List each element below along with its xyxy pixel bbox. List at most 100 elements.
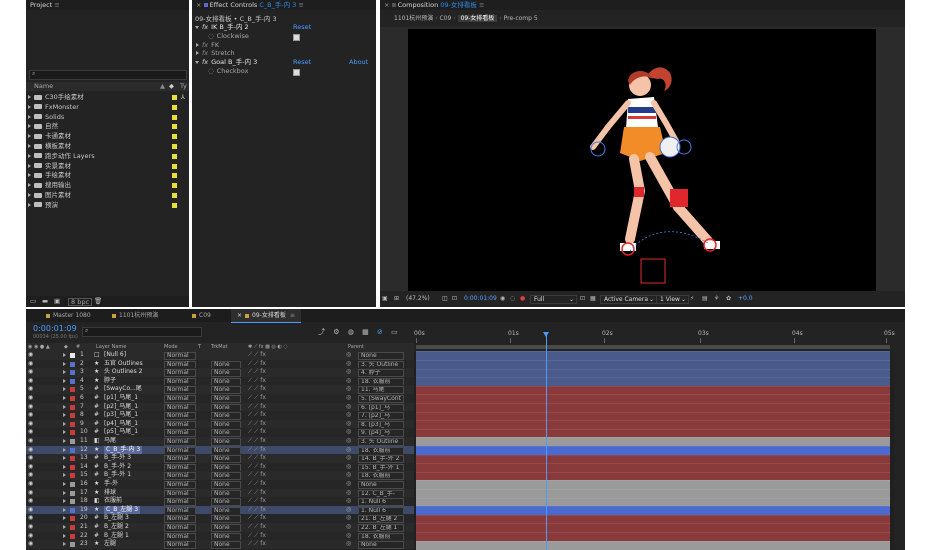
bit-depth-button[interactable]: 8 bpc: [68, 298, 93, 306]
visibility-eye-icon[interactable]: ◉: [28, 411, 33, 420]
visibility-eye-icon[interactable]: ◉: [28, 471, 33, 480]
layer-name[interactable]: 头 Outlines 2: [104, 368, 142, 377]
pickwhip-icon[interactable]: ◎: [346, 420, 351, 429]
work-area-bar[interactable]: [416, 345, 890, 349]
layer-row[interactable]: ◉ 1 □ [Null 6] Normal ⟋ ⟋ fx ◎ None: [26, 351, 414, 360]
layer-label-color[interactable]: [70, 447, 75, 453]
layer-label-color[interactable]: [70, 542, 75, 548]
layer-row[interactable]: ◉ 11 ◧ 马尾 Normal None ⟋ ⟋ fx ◎ 3. 头 Outline: [26, 437, 414, 446]
effect-row[interactable]: fx Goal B_手-内 3 Reset About: [192, 58, 376, 67]
draft-3d-icon[interactable]: ⚙: [333, 328, 339, 336]
expand-arrow-icon[interactable]: [63, 490, 66, 495]
frame-blend-icon[interactable]: ▦: [362, 328, 369, 336]
expand-arrow-icon[interactable]: [28, 153, 31, 158]
layer-row[interactable]: ◉ 12 ★ C_B_手-内 3 Normal None ⟋ ⟋ fx ◎ 18. 衣服前: [26, 445, 414, 455]
project-item[interactable]: 图片素材: [26, 191, 189, 200]
layer-name[interactable]: [Null 6]: [104, 351, 126, 360]
switch-icons[interactable]: ⟋ ⟋ fx: [248, 368, 266, 377]
project-item[interactable]: 搜用输出: [26, 181, 189, 190]
pickwhip-icon[interactable]: ◎: [346, 377, 351, 386]
expand-arrow-icon[interactable]: [63, 439, 66, 443]
stopwatch-icon[interactable]: ◌: [208, 67, 214, 75]
layer-name[interactable]: [p1]_马尾_1: [104, 394, 138, 403]
visibility-eye-icon[interactable]: ◉: [28, 523, 33, 532]
pickwhip-icon[interactable]: ◎: [346, 480, 351, 489]
graph-editor-icon[interactable]: ▭: [391, 328, 398, 336]
layer-row[interactable]: ◉ 13 # B_手-外 3 Normal None ⟋ ⟋ fx ◎ 14. B_手-外 2: [26, 454, 414, 464]
visibility-eye-icon[interactable]: ◉: [28, 480, 33, 489]
switch-icons[interactable]: ⟋ ⟋ fx: [248, 437, 266, 446]
mask-icon[interactable]: ◫: [442, 293, 448, 305]
effect-checkbox[interactable]: [293, 69, 300, 76]
expand-arrow-icon[interactable]: [63, 525, 66, 529]
switch-icons[interactable]: ⟋ ⟋ fx: [248, 471, 266, 480]
visibility-eye-icon[interactable]: ◉: [28, 532, 33, 541]
layer-name[interactable]: C_B_手-内 3: [104, 445, 143, 455]
fast-preview-icon[interactable]: ⚡: [690, 293, 694, 305]
crumb-1[interactable]: 1101杭州预演: [394, 15, 433, 22]
composition-viewer[interactable]: [380, 27, 905, 291]
expand-arrow-icon[interactable]: [63, 353, 66, 357]
switch-icons[interactable]: ⟋ ⟋ fx: [248, 377, 266, 386]
visibility-eye-icon[interactable]: ◉: [28, 514, 33, 523]
layer-row[interactable]: ◉ 14 # B_手-外 2 Normal None ⟋ ⟋ fx ◎ 15. B_手-外 1: [26, 462, 414, 472]
label-color-swatch[interactable]: [172, 124, 177, 130]
layer-row[interactable]: ◉ 17 ★ 排球 Normal None ⟋ ⟋ fx ◎ 12. C_B_手-: [26, 488, 414, 498]
visibility-eye-icon[interactable]: ◉: [28, 385, 33, 394]
label-color-swatch[interactable]: [172, 134, 177, 140]
layer-row[interactable]: ◉ 4 ★ 脖子 Normal None ⟋ ⟋ fx ◎ 18. 衣服前: [26, 376, 414, 386]
visibility-eye-icon[interactable]: ◉: [28, 497, 33, 506]
layer-row[interactable]: ◉ 20 # B_左腿 3 Normal None ⟋ ⟋ fx ◎ 21. B_左腿 2: [26, 514, 414, 524]
expand-arrow-icon[interactable]: [63, 361, 66, 366]
expand-arrow-icon[interactable]: [63, 404, 66, 409]
expand-arrow-icon[interactable]: [28, 173, 31, 178]
expand-arrow-icon[interactable]: [63, 413, 66, 418]
playhead-handle-icon[interactable]: [543, 332, 549, 337]
label-color-swatch[interactable]: [172, 202, 177, 208]
menu-icon[interactable]: ≡: [290, 312, 295, 319]
pickwhip-icon[interactable]: ◎: [346, 463, 351, 472]
visibility-eye-icon[interactable]: ◉: [28, 437, 33, 446]
layer-row[interactable]: ◉ 2 ★ 五官 Outlines Normal None ⟋ ⟋ fx ◎ 3. 头 Outl…: [26, 359, 414, 369]
effect-row[interactable]: ◌ Checkbox: [192, 67, 376, 76]
fx-toggle[interactable]: fx: [202, 58, 208, 66]
pickwhip-icon[interactable]: ◎: [346, 514, 351, 523]
pickwhip-icon[interactable]: ◎: [346, 437, 351, 446]
expand-arrow-icon[interactable]: [63, 507, 66, 512]
layer-row[interactable]: ◉ 15 # B_手-外 1 Normal None ⟋ ⟋ fx ◎ 18. 衣服前: [26, 471, 414, 481]
pickwhip-icon[interactable]: ◎: [346, 454, 351, 463]
fx-toggle[interactable]: fx: [202, 23, 208, 31]
switch-icons[interactable]: ⟋ ⟋ fx: [248, 454, 266, 463]
show-snapshot-icon[interactable]: ◌: [510, 293, 515, 305]
expand-arrow-icon[interactable]: [28, 144, 31, 148]
pickwhip-icon[interactable]: ◎: [346, 489, 351, 498]
camera-dropdown[interactable]: Active Camera ⌄: [600, 295, 657, 304]
switch-icons[interactable]: ⟋ ⟋ fx: [248, 514, 266, 523]
project-item[interactable]: 横板素材: [26, 142, 189, 151]
layer-label-color[interactable]: [70, 525, 75, 530]
project-item[interactable]: FxMonster: [26, 103, 189, 112]
timeline-icon[interactable]: ▤: [702, 293, 708, 305]
close-icon[interactable]: ×: [196, 1, 201, 9]
project-item[interactable]: 自然: [26, 122, 189, 131]
time-ruler[interactable]: 00s 01s 02s 03s 04s 05s: [414, 329, 895, 351]
views-dropdown[interactable]: 1 View ⌄: [656, 295, 689, 304]
layer-name[interactable]: B_手-外 3: [104, 454, 131, 463]
switch-icons[interactable]: ⟋ ⟋ fx: [248, 523, 266, 532]
pickwhip-icon[interactable]: ◎: [346, 394, 351, 403]
expand-arrow-icon[interactable]: [63, 473, 66, 478]
expand-arrow-icon[interactable]: [63, 533, 66, 538]
layer-row[interactable]: ◉ 8 # [p3]_马尾_1 Normal None ⟋ ⟋ fx ◎ 7. [p2]_马: [26, 411, 414, 421]
flowchart-icon[interactable]: ⚘: [714, 293, 719, 305]
switch-icons[interactable]: ⟋ ⟋ fx: [248, 463, 266, 472]
expand-arrow-icon[interactable]: [63, 387, 66, 392]
exposure-value[interactable]: +0.0: [738, 293, 753, 305]
visibility-eye-icon[interactable]: ◉: [28, 489, 33, 498]
layer-duration-bar[interactable]: [416, 540, 890, 550]
snapshot-icon[interactable]: ◉: [500, 293, 505, 305]
expand-arrow-icon[interactable]: [63, 396, 66, 400]
layer-row[interactable]: ◉ 21 # B_左腿 2 Normal None ⟋ ⟋ fx ◎ 22. B_左腿 1: [26, 523, 414, 532]
visibility-eye-icon[interactable]: ◉: [28, 368, 33, 377]
expand-arrow-icon[interactable]: [28, 202, 31, 207]
layer-name[interactable]: 手-外: [104, 480, 118, 489]
